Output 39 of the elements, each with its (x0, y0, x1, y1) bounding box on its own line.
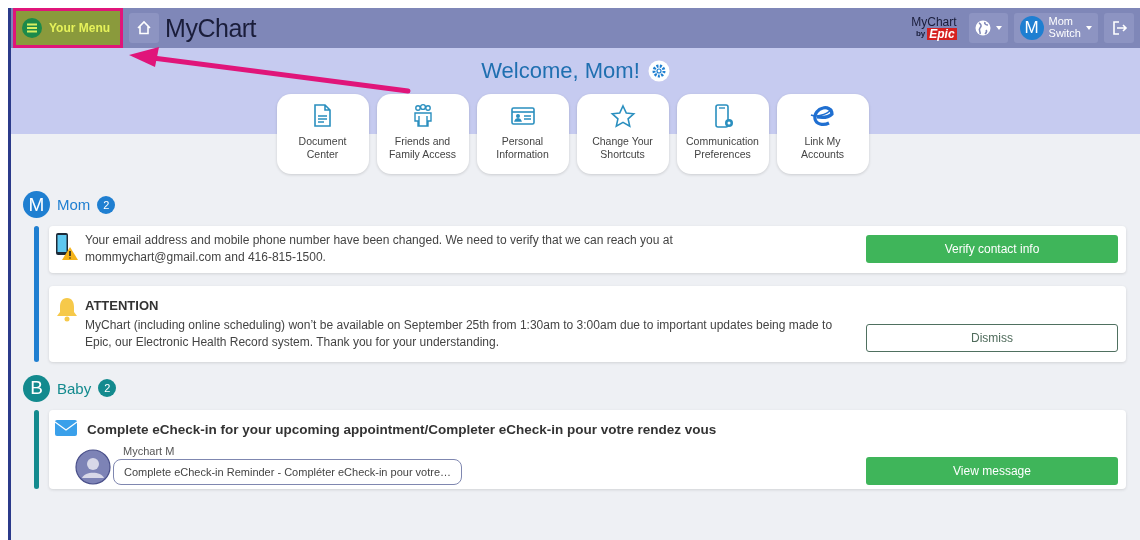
settings-icon[interactable] (647, 60, 670, 82)
section-avatar-icon: M (23, 191, 50, 218)
language-button[interactable] (968, 13, 1008, 43)
section-name[interactable]: Mom (57, 196, 91, 213)
shortcut-button[interactable]: Friends and Family Access (376, 94, 469, 174)
star-icon (608, 103, 637, 129)
caret-icon (1086, 26, 1092, 30)
switch-label: Switch (1048, 28, 1081, 40)
notice-text: MyChart (including online scheduling) won’t be available on September 25th from 1:30am to 3:00am due to important updates being made to Epic, our Electronic Health Record system. Thank you for your understanding. (85, 316, 834, 352)
welcome-heading: Welcome, Mom! (481, 58, 640, 84)
menu-icon (22, 18, 42, 38)
section-name[interactable]: Baby (57, 379, 92, 397)
mychart-by-epic-logo: MyChart by Epic (911, 16, 957, 40)
sender-name: Mychart M (123, 444, 176, 457)
count-badge: 2 (97, 195, 116, 214)
avatar-icon: M (1019, 16, 1044, 40)
caret-icon (995, 26, 1002, 30)
shortcut-button[interactable]: Change Your Shortcuts (576, 94, 669, 174)
home-icon[interactable] (129, 13, 160, 43)
dismiss-button[interactable]: Dismiss (866, 323, 1118, 352)
globe-icon (974, 20, 991, 36)
envelope-icon (55, 419, 77, 436)
section-avatar-icon: B (23, 374, 50, 402)
shortcut-button[interactable]: Communication Preferences (676, 94, 769, 174)
shortcut-button[interactable]: Document Center (276, 94, 369, 174)
count-badge: 2 (98, 379, 117, 398)
e-logo-icon (808, 103, 837, 129)
shortcut-button[interactable]: Link My Accounts (776, 94, 869, 174)
mychart-logo[interactable]: MyChart (165, 13, 257, 43)
notice-text: Your email address and mobile phone number have been changed. We need to verify that we can reach you at mommychart@gmail.com and 416-815-1500. (85, 232, 674, 267)
logout-icon[interactable] (1104, 13, 1134, 43)
phone-warning-icon (55, 232, 79, 260)
sender-avatar-icon (75, 448, 111, 485)
message-subject[interactable]: Complete eCheck-in for your upcoming appointment/Completer eCheck-in pour votre rendez vous (87, 421, 850, 437)
user-name: Mom (1048, 16, 1075, 28)
notice-title: ATTENTION (85, 297, 160, 313)
bell-icon (55, 295, 79, 322)
shortcut-button[interactable]: Personal Information (476, 94, 569, 174)
message-preview[interactable]: Complete eCheck-in Reminder - Compléter eCheck-in pour votre… (113, 458, 463, 485)
